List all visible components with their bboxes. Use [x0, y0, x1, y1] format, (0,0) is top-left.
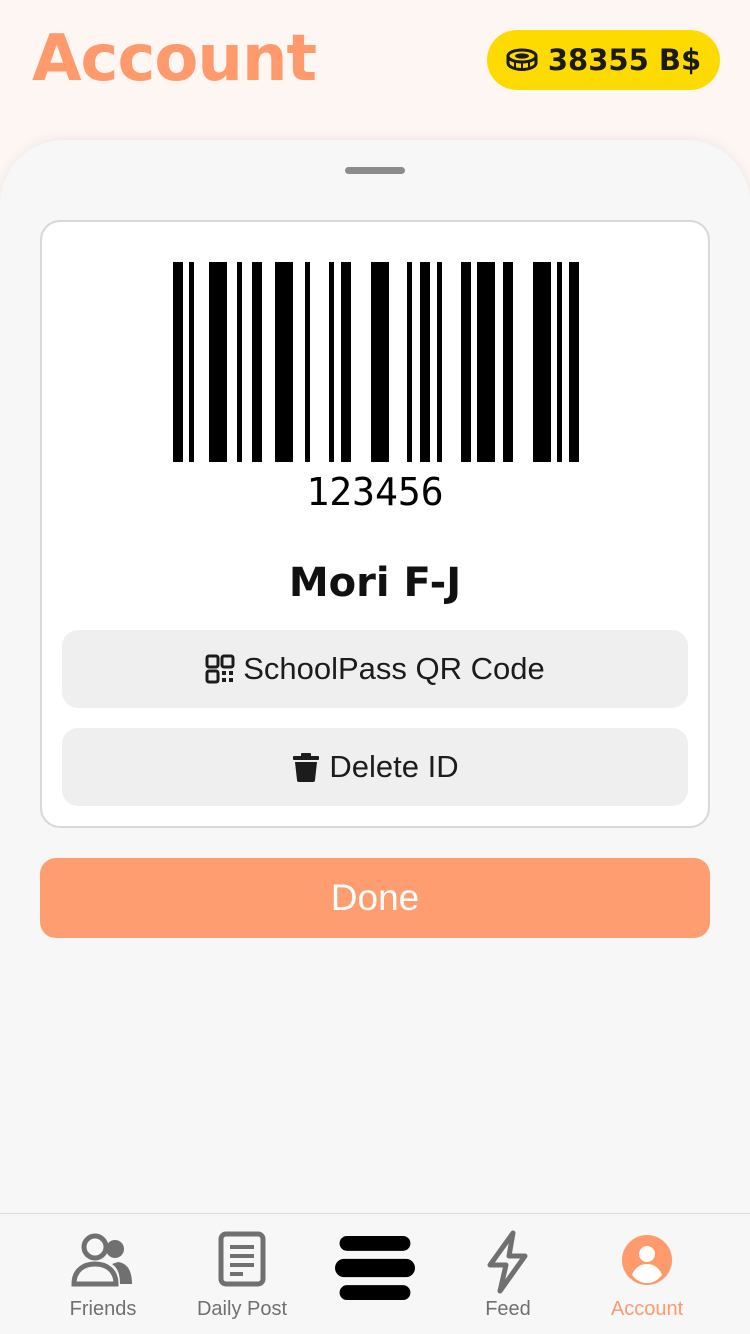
schoolpass-qr-label: SchoolPass QR Code — [243, 651, 545, 686]
tab-label-account: Account — [610, 1298, 684, 1320]
friends-icon — [71, 1233, 132, 1287]
tab-account[interactable]: Account — [577, 1230, 717, 1330]
document-icon — [218, 1231, 266, 1287]
tab-feed[interactable]: Feed — [438, 1230, 578, 1330]
delete-id-button[interactable]: Delete ID — [62, 728, 688, 806]
trash-icon — [293, 753, 320, 782]
barcode-image — [173, 262, 579, 462]
tab-label-daily-post: Daily Post — [196, 1298, 288, 1320]
coin-icon — [506, 48, 538, 72]
tab-daily-post[interactable]: Daily Post — [172, 1230, 312, 1330]
page-title: Account — [32, 22, 317, 96]
header: Account 38355 B$ — [0, 0, 750, 150]
schoolpass-qr-button[interactable]: SchoolPass QR Code — [62, 630, 688, 708]
id-card: 123456 Mori F-J SchoolPass QR Code Delet… — [40, 220, 710, 828]
lightning-icon — [487, 1230, 528, 1294]
home-logo-icon — [335, 1236, 415, 1300]
done-button[interactable]: Done — [40, 858, 710, 938]
id-sheet: 123456 Mori F-J SchoolPass QR Code Delet… — [0, 140, 750, 1214]
delete-id-label: Delete ID — [329, 749, 459, 784]
balance-badge[interactable]: 38355 B$ — [487, 30, 720, 90]
balance-amount: 38355 B$ — [547, 43, 702, 77]
sheet-grab-handle[interactable] — [345, 167, 405, 174]
bottom-tab-bar: Friends Daily Post Feed Account — [0, 1213, 750, 1334]
tab-label-friends: Friends — [69, 1298, 137, 1320]
qr-code-icon — [205, 654, 235, 684]
tab-home[interactable] — [305, 1230, 445, 1330]
user-circle-icon — [622, 1235, 672, 1285]
tab-friends[interactable]: Friends — [33, 1230, 173, 1330]
tab-label-feed: Feed — [485, 1298, 531, 1320]
barcode-number: 123456 — [306, 470, 444, 514]
id-holder-name: Mori F-J — [288, 560, 462, 606]
